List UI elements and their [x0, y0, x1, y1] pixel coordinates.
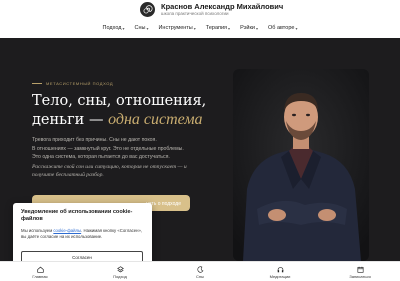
- nav-item-reiki[interactable]: Рэйки ▾: [240, 25, 258, 31]
- bottom-nav-meditations[interactable]: Медитации: [250, 262, 310, 281]
- nav-item-approach[interactable]: Подход ▾: [103, 25, 125, 31]
- hero-eyebrow: МЕТАСИСТЕМНЫЙ ПОДХОД: [32, 81, 113, 86]
- hero-description: Тревога приходит без причины. Сны не даю…: [32, 136, 212, 162]
- brand-name: Краснов Александр Михайлович: [161, 2, 284, 11]
- bottom-nav-approach[interactable]: Подход: [90, 262, 150, 281]
- bottom-nav-label: Сны: [196, 273, 204, 279]
- hero-desc-line: В отношениях — замкнутый круг. Это не от…: [32, 145, 184, 152]
- cookie-text-before: Мы используем: [21, 228, 54, 233]
- hero-quote: Расскажите свой сон или ситуацию, котора…: [32, 164, 187, 178]
- eyebrow-text: МЕТАСИСТЕМНЫЙ ПОДХОД: [46, 81, 114, 86]
- chevron-down-icon: ▾: [146, 25, 149, 31]
- chevron-down-icon: ▾: [193, 25, 196, 31]
- headphones-icon: [277, 266, 283, 272]
- nav-label: Об авторе: [267, 25, 295, 31]
- bottom-nav-book[interactable]: Записаться: [330, 262, 390, 281]
- chevron-down-icon: ▾: [122, 25, 125, 31]
- cookie-policy-link[interactable]: cookie-файлы: [53, 228, 81, 233]
- hero-desc-line: Тревога приходит без причины. Сны не даю…: [32, 137, 157, 143]
- nav-label: Терапия: [205, 25, 228, 31]
- nav-item-therapy[interactable]: Терапия ▾: [206, 25, 230, 31]
- bottom-nav-home[interactable]: Главная: [10, 262, 70, 281]
- cookie-text: Мы используем cookie-файлы. Нажимая кноп…: [21, 228, 144, 240]
- bottom-nav-label: Подход: [113, 273, 127, 279]
- nav-label: Инструменты: [158, 25, 193, 31]
- chevron-down-icon: ▾: [255, 25, 258, 31]
- nav-label: Подход: [102, 25, 122, 31]
- bottom-nav-label: Медитации: [269, 273, 291, 279]
- nav-label: Сны: [134, 25, 146, 31]
- site-header: Краснов Александр Михайлович школа практ…: [0, 0, 400, 38]
- bottom-nav: Главная Подход Сны Медитации Записаться: [0, 261, 400, 281]
- nav-item-tools[interactable]: Инструменты ▾: [158, 25, 195, 31]
- nav-item-dreams[interactable]: Сны ▾: [134, 25, 148, 31]
- spiral-logo-icon: [140, 2, 155, 17]
- bottom-nav-dreams[interactable]: Сны: [170, 262, 230, 281]
- bottom-nav-label: Главная: [32, 273, 48, 279]
- cookie-title: Уведомление об использовании cookie-файл…: [21, 209, 133, 222]
- page: Краснов Александр Михайлович школа практ…: [0, 0, 400, 281]
- eyebrow-line: [32, 83, 42, 84]
- hero-title-accent: одна система: [108, 110, 203, 128]
- author-photo: [233, 69, 369, 261]
- home-icon: [36, 266, 44, 273]
- hero-desc-line: Это одна система, которая пытается до ва…: [32, 154, 170, 160]
- cookie-banner: Уведомление об использовании cookie-файл…: [13, 203, 152, 267]
- chevron-down-icon: ▾: [228, 25, 231, 31]
- moon-icon: [196, 265, 203, 273]
- main-nav: Подход ▾ Сны ▾ Инструменты ▾ Терапия ▾ Рэйки…: [0, 25, 400, 31]
- bottom-nav-label: Записаться: [349, 273, 371, 279]
- brand-subtitle: школа практической психологии: [161, 11, 229, 16]
- calendar-icon: [357, 266, 363, 273]
- layers-icon: [116, 265, 124, 272]
- chevron-down-icon: ▾: [295, 25, 298, 31]
- hero-title: Тело, сны, отношения, деньги — одна сист…: [32, 93, 212, 129]
- nav-label: Рэйки: [240, 25, 255, 31]
- brand[interactable]: Краснов Александр Михайлович школа практ…: [140, 2, 283, 17]
- nav-item-about[interactable]: Об авторе ▾: [268, 25, 297, 31]
